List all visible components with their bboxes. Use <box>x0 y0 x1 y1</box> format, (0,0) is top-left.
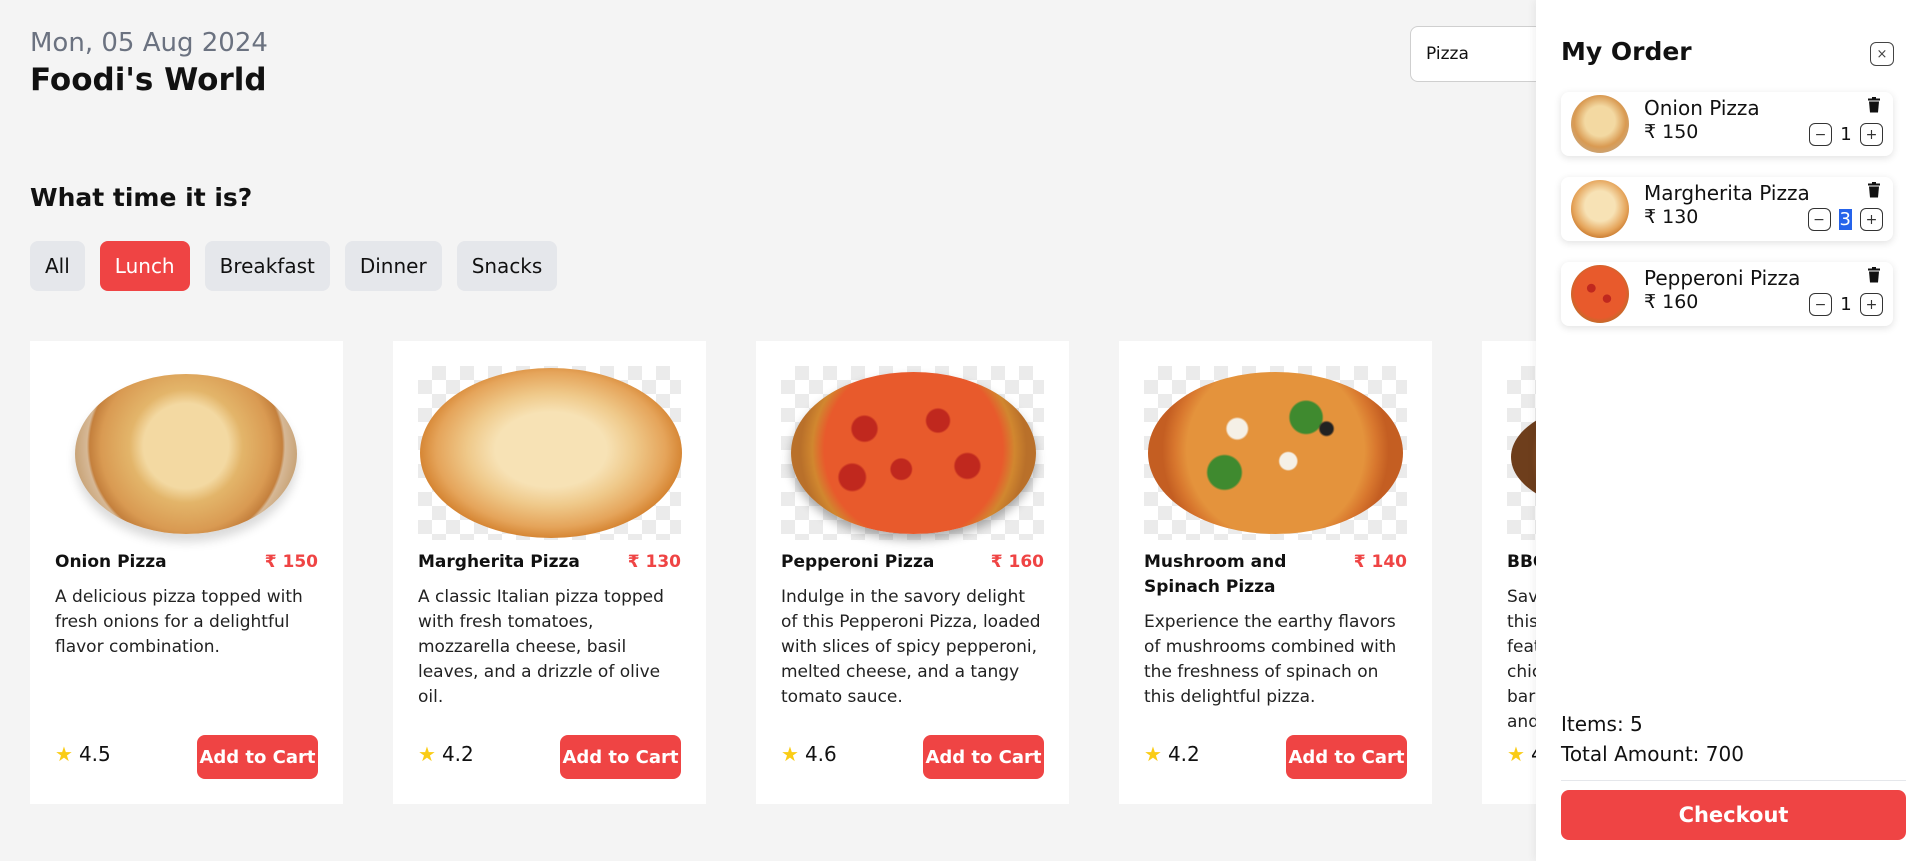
quantity-value: 3 <box>1838 209 1852 230</box>
plus-icon[interactable]: + <box>1860 123 1883 146</box>
item-description: Experience the earthy flavors of mushroo… <box>1144 612 1397 707</box>
trash-icon[interactable] <box>1867 97 1881 117</box>
items-count: Items: 5 <box>1561 712 1643 736</box>
item-price: ₹ 130 <box>627 552 681 572</box>
trash-icon[interactable] <box>1867 182 1881 202</box>
item-name: Margherita Pizza <box>418 552 580 572</box>
minus-icon[interactable]: − <box>1809 293 1832 316</box>
total-amount: Total Amount: 700 <box>1561 742 1744 766</box>
star-icon: ★ <box>781 742 799 766</box>
category-snacks[interactable]: Snacks <box>456 241 558 291</box>
rating-value: 4.2 <box>441 742 474 766</box>
margherita-pizza-image <box>418 366 682 540</box>
trash-icon[interactable] <box>1867 267 1881 287</box>
add-to-cart-button[interactable]: Add to Cart <box>1286 735 1407 779</box>
search-input[interactable] <box>1410 26 1536 82</box>
plus-icon[interactable]: + <box>1860 208 1883 231</box>
current-date: Mon, 05 Aug 2024 <box>30 28 268 58</box>
minus-icon[interactable]: − <box>1809 123 1832 146</box>
rating-value: 4.5 <box>78 742 111 766</box>
add-to-cart-button[interactable]: Add to Cart <box>560 735 681 779</box>
order-item-price: ₹ 150 <box>1644 121 1699 143</box>
item-rating: ★ 4.6 <box>781 742 837 766</box>
category-breakfast[interactable]: Breakfast <box>204 241 330 291</box>
menu-area: Mon, 05 Aug 2024 Foodi's World What time… <box>0 0 1536 861</box>
order-item-name: Margherita Pizza <box>1644 181 1810 205</box>
item-price: ₹ 140 <box>1353 552 1407 572</box>
add-to-cart-button[interactable]: Add to Cart <box>923 735 1044 779</box>
order-item-price: ₹ 130 <box>1644 206 1699 228</box>
quantity-stepper: − 3 + <box>1807 208 1883 231</box>
category-all[interactable]: All <box>30 241 85 291</box>
order-item: Pepperoni Pizza ₹ 160 − 1 + <box>1561 262 1893 326</box>
menu-card-pepperoni-pizza: Pepperoni Pizza ₹ 160 Indulge in the sav… <box>756 341 1069 804</box>
category-filter: All Lunch Breakfast Dinner Snacks <box>30 241 558 291</box>
category-heading: What time it is? <box>30 183 253 212</box>
item-name: Mushroom and Spinach Pizza <box>1144 552 1287 597</box>
item-rating: ★ 4.2 <box>418 742 474 766</box>
item-name: BBQ <box>1507 552 1536 572</box>
item-rating: ★ 4 <box>1507 742 1536 766</box>
order-item: Margherita Pizza ₹ 130 − 3 + <box>1561 177 1893 241</box>
menu-card-mushroom-spinach-pizza: Mushroom and Spinach Pizza ₹ 140 Experie… <box>1119 341 1432 804</box>
order-title: My Order <box>1561 37 1692 66</box>
quantity-value: 1 <box>1840 124 1852 145</box>
order-item-thumbnail <box>1571 95 1629 153</box>
item-price: ₹ 150 <box>264 552 318 572</box>
item-description: A delicious pizza topped with fresh onio… <box>55 587 303 657</box>
order-item-thumbnail <box>1571 265 1629 323</box>
order-item-thumbnail <box>1571 180 1629 238</box>
minus-icon[interactable]: − <box>1807 208 1831 231</box>
add-to-cart-button[interactable]: Add to Cart <box>197 735 318 779</box>
item-price: ₹ 160 <box>990 552 1044 572</box>
star-icon: ★ <box>1507 742 1525 766</box>
mushroom-spinach-pizza-image <box>1144 366 1407 540</box>
quantity-value: 1 <box>1840 294 1852 315</box>
order-item-name: Onion Pizza <box>1644 96 1760 120</box>
app-title: Foodi's World <box>30 62 267 98</box>
category-lunch[interactable]: Lunch <box>99 241 190 291</box>
item-description: A classic Italian pizza topped with fres… <box>418 587 664 707</box>
checkout-button[interactable]: Checkout <box>1561 790 1906 840</box>
star-icon: ★ <box>1144 742 1162 766</box>
item-rating: ★ 4.5 <box>55 742 111 766</box>
menu-card-bbq: BBQ Sav this feat chic bar and ★ 4 <box>1482 341 1536 804</box>
quantity-stepper: − 1 + <box>1809 123 1883 146</box>
category-dinner[interactable]: Dinner <box>344 241 442 291</box>
star-icon: ★ <box>55 742 73 766</box>
order-panel: My Order × Onion Pizza ₹ 150 − 1 + Margh… <box>1536 0 1919 861</box>
item-name: Pepperoni Pizza <box>781 552 935 572</box>
bbq-pizza-image <box>1507 366 1536 540</box>
pepperoni-pizza-image <box>781 366 1044 540</box>
onion-pizza-image <box>55 366 318 540</box>
item-name: Onion Pizza <box>55 552 167 572</box>
star-icon: ★ <box>418 742 436 766</box>
divider <box>1561 780 1906 781</box>
close-icon[interactable]: × <box>1870 42 1894 66</box>
order-item: Onion Pizza ₹ 150 − 1 + <box>1561 92 1893 156</box>
rating-value: 4.6 <box>804 742 837 766</box>
quantity-stepper: − 1 + <box>1809 293 1883 316</box>
item-description: Indulge in the savory delight of this Pe… <box>781 587 1041 707</box>
item-description: Sav this feat chic bar and <box>1507 587 1536 732</box>
menu-grid: Onion Pizza ₹ 150 A delicious pizza topp… <box>30 341 1536 804</box>
order-item-name: Pepperoni Pizza <box>1644 266 1801 290</box>
menu-card-onion-pizza: Onion Pizza ₹ 150 A delicious pizza topp… <box>30 341 343 804</box>
item-rating: ★ 4.2 <box>1144 742 1200 766</box>
order-item-price: ₹ 160 <box>1644 291 1699 313</box>
menu-card-margherita-pizza: Margherita Pizza ₹ 130 A classic Italian… <box>393 341 706 804</box>
plus-icon[interactable]: + <box>1860 293 1883 316</box>
rating-value: 4.2 <box>1167 742 1200 766</box>
